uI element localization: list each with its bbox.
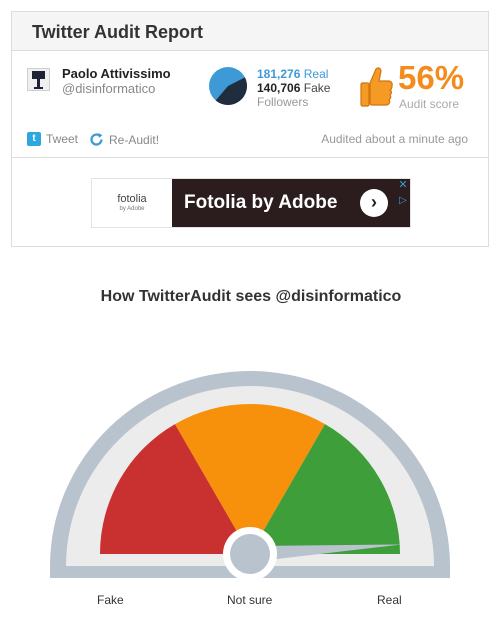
ad-logo-sub: by Adobe (119, 206, 145, 212)
gauge-label-not-sure: Not sure (227, 593, 273, 607)
refresh-icon (90, 133, 103, 146)
ad-logo-word: fotolia (117, 193, 147, 205)
followers-pie-chart (209, 67, 247, 105)
real-label: Real (303, 67, 329, 81)
gauge-label-fake: Fake (97, 593, 124, 607)
ad-headline-area[interactable]: Fotolia by Adobe › (172, 179, 410, 227)
audit-score: 56% (398, 59, 465, 96)
chevron-right-icon[interactable]: › (360, 189, 388, 217)
thumbs-up-icon (360, 67, 393, 107)
tweet-button[interactable]: t Tweet (27, 132, 78, 146)
ad-headline: Fotolia by Adobe (184, 192, 338, 213)
audit-gauge (50, 371, 450, 581)
reaudit-label: Re-Audit! (109, 132, 160, 147)
followers-label: Followers (257, 95, 309, 109)
real-count: 181,276 (257, 67, 301, 81)
card-divider (12, 157, 488, 158)
gauge-label-real: Real (377, 593, 402, 607)
audit-score-label: Audit score (399, 97, 460, 111)
fake-count: 140,706 (257, 81, 301, 95)
tweet-label: Tweet (46, 132, 79, 146)
ad-logo: fotolia by Adobe (92, 179, 172, 227)
page-title: Twitter Audit Report (12, 12, 488, 51)
gauge-hub (230, 534, 270, 574)
audit-report-card: Twitter Audit Report Paolo Attivissimo @… (11, 11, 489, 247)
twitter-icon: t (27, 132, 41, 146)
fake-label: Fake (303, 81, 331, 95)
gauge-title: How TwitterAudit sees @disinformatico (100, 288, 402, 305)
audited-timestamp: Audited about a minute ago (321, 132, 468, 146)
close-icon[interactable]: ✕ (397, 179, 409, 191)
user-handle[interactable]: @disinformatico (62, 81, 155, 96)
advertisement-banner[interactable]: fotolia by Adobe Fotolia by Adobe › (91, 178, 411, 228)
avatar[interactable] (27, 68, 50, 91)
follower-stats: 181,276 Real 140,706 Fake Followers (257, 67, 330, 109)
user-name[interactable]: Paolo Attivissimo (62, 66, 171, 81)
reaudit-button[interactable]: Re-Audit! (89, 132, 159, 147)
adchoices-icon[interactable]: ▷ (397, 195, 409, 207)
